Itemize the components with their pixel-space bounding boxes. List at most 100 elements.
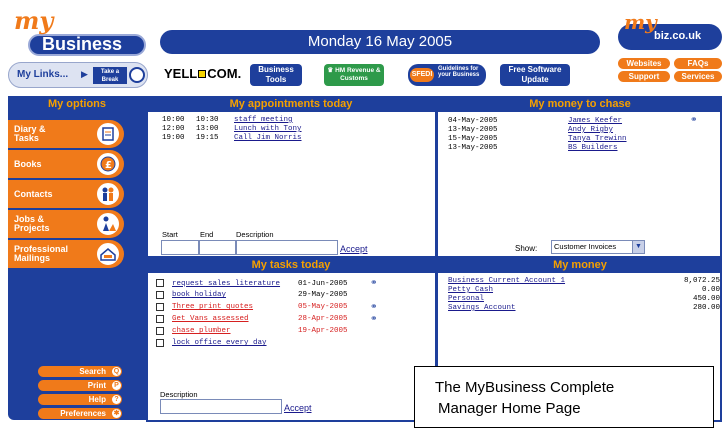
sfedi-guidelines-button[interactable]: SFEDI Guidelines for your Business bbox=[408, 64, 486, 86]
appointment-desc-link[interactable]: Lunch with Tony bbox=[234, 125, 302, 133]
websites-button[interactable]: Websites bbox=[618, 58, 670, 69]
task-checkbox[interactable] bbox=[156, 338, 164, 347]
yell-com-link[interactable]: YELL COM. bbox=[164, 66, 241, 81]
chase-row[interactable]: 13-May-2005 Andy Rigby bbox=[448, 126, 698, 135]
sidebar-item-label: Diary & Tasks bbox=[14, 124, 46, 143]
task-date-overdue: 28-Apr-2005 bbox=[298, 315, 348, 324]
appointment-row[interactable]: 10:00 10:30 staff meeting bbox=[162, 116, 302, 125]
my-links-label[interactable]: My Links... bbox=[17, 69, 68, 80]
appointments-title: My appointments today bbox=[146, 96, 436, 112]
appointment-description-input[interactable] bbox=[236, 240, 338, 255]
hmrc-label: HM Revenue & Customs bbox=[335, 67, 381, 82]
appointment-end: 13:00 bbox=[196, 125, 219, 133]
task-link[interactable]: lock office every day bbox=[172, 339, 267, 347]
chase-row[interactable]: 15-May-2005 Tanya Trewinn bbox=[448, 135, 698, 144]
my-links-bar[interactable]: My Links... ▶ Take a Break bbox=[8, 62, 148, 88]
search-button[interactable]: Search Q bbox=[38, 366, 122, 377]
account-link[interactable]: Petty Cash bbox=[448, 286, 493, 294]
link-chain-icon[interactable]: ⚭ bbox=[370, 302, 378, 312]
preferences-icon: ✱ bbox=[112, 409, 121, 418]
free-software-update-button[interactable]: Free Software Update bbox=[500, 64, 570, 86]
site-logo-text: biz.co.uk bbox=[654, 30, 702, 42]
link-chain-icon[interactable]: ⚭ bbox=[690, 115, 698, 125]
appointment-start: 12:00 bbox=[162, 125, 185, 133]
sidebar-item-jobs-projects[interactable]: Jobs & Projects bbox=[8, 210, 124, 238]
appointment-accept-button[interactable]: Accept bbox=[340, 244, 368, 254]
appointment-row[interactable]: 19:00 19:15 Call Jim Norris bbox=[162, 134, 302, 143]
chase-contact-link[interactable]: Tanya Trewinn bbox=[568, 135, 627, 143]
faqs-button[interactable]: FAQs bbox=[674, 58, 722, 69]
appointment-description-label: Description bbox=[236, 230, 274, 239]
services-button[interactable]: Services bbox=[674, 71, 722, 82]
sidebar-item-diary-tasks[interactable]: Diary & Tasks bbox=[8, 120, 124, 148]
link-chain-icon[interactable]: ⚭ bbox=[370, 278, 378, 288]
account-link[interactable]: Business Current Account 1 bbox=[448, 277, 565, 285]
task-row[interactable]: Three print quotes 05-May-2005 ⚭ bbox=[156, 302, 378, 313]
appointment-row[interactable]: 12:00 13:00 Lunch with Tony bbox=[162, 125, 302, 134]
tasks-list: request sales literature 01-Jun-2005 ⚭ b… bbox=[156, 277, 378, 351]
chase-contact-link[interactable]: Andy Rigby bbox=[568, 126, 613, 134]
chase-row[interactable]: 13-May-2005 BS Builders bbox=[448, 144, 698, 153]
help-icon: ? bbox=[112, 395, 121, 404]
appointment-start: 19:00 bbox=[162, 134, 185, 142]
mybiz-site-logo[interactable]: my biz.co.uk bbox=[618, 10, 722, 54]
arrow-right-icon: ▶ bbox=[81, 69, 88, 79]
show-filter-select[interactable]: Customer Invoices ▼ bbox=[551, 240, 645, 254]
task-checkbox[interactable] bbox=[156, 279, 164, 287]
task-link-overdue[interactable]: chase plumber bbox=[172, 327, 231, 335]
account-link[interactable]: Savings Account bbox=[448, 304, 516, 312]
task-row[interactable]: Get Vans assessed 28-Apr-2005 ⚭ bbox=[156, 314, 378, 325]
task-link-overdue[interactable]: Three print quotes bbox=[172, 303, 253, 311]
print-button[interactable]: Print P bbox=[38, 380, 122, 391]
hmrc-button[interactable]: ♛ HM Revenue & Customs bbox=[324, 64, 384, 86]
crown-icon: ♛ bbox=[327, 67, 334, 74]
task-link[interactable]: book holiday bbox=[172, 291, 226, 299]
task-checkbox[interactable] bbox=[156, 291, 164, 299]
print-icon: P bbox=[112, 381, 121, 390]
task-description-input[interactable] bbox=[160, 399, 282, 414]
chase-row[interactable]: 04-May-2005 James Keefer ⚭ bbox=[448, 116, 698, 126]
account-row[interactable]: Savings Account 280.00 bbox=[448, 304, 720, 313]
appointment-end: 10:30 bbox=[196, 116, 219, 124]
appointment-desc-link[interactable]: staff meeting bbox=[234, 116, 293, 124]
appointment-end-input[interactable] bbox=[199, 240, 236, 255]
logo-my-text: my bbox=[14, 6, 54, 35]
help-button[interactable]: Help ? bbox=[38, 394, 122, 405]
account-link[interactable]: Personal bbox=[448, 295, 484, 303]
task-link[interactable]: request sales literature bbox=[172, 280, 280, 288]
appointment-desc-link[interactable]: Call Jim Norris bbox=[234, 134, 302, 142]
task-row[interactable]: book holiday 29-May-2005 bbox=[156, 291, 378, 301]
support-button[interactable]: Support bbox=[618, 71, 670, 82]
appointment-start-input[interactable] bbox=[161, 240, 199, 255]
account-row[interactable]: Business Current Account 1 8,072.25 bbox=[448, 277, 720, 286]
task-checkbox[interactable] bbox=[156, 326, 164, 335]
account-row[interactable]: Personal 450.00 bbox=[448, 295, 720, 304]
chase-date: 15-May-2005 bbox=[448, 135, 498, 143]
chase-contact-link[interactable]: BS Builders bbox=[568, 144, 618, 152]
sidebar-item-label: Jobs & Projects bbox=[14, 214, 50, 233]
task-row[interactable]: chase plumber 19-Apr-2005 bbox=[156, 326, 378, 337]
appointments-list: 10:00 10:30 staff meeting 12:00 13:00 Lu… bbox=[162, 116, 302, 143]
chevron-down-icon[interactable]: ▼ bbox=[632, 241, 644, 253]
task-accept-button[interactable]: Accept bbox=[284, 403, 312, 413]
money-to-chase-title: My money to chase bbox=[438, 96, 722, 112]
task-row[interactable]: request sales literature 01-Jun-2005 ⚭ bbox=[156, 279, 378, 289]
task-date-overdue: 19-Apr-2005 bbox=[298, 327, 348, 336]
chase-contact-link[interactable]: James Keefer bbox=[568, 117, 622, 125]
mybusiness-logo: my Business bbox=[8, 4, 148, 60]
task-checkbox[interactable] bbox=[156, 302, 164, 311]
preferences-button[interactable]: Preferences ✱ bbox=[38, 408, 122, 419]
task-link-overdue[interactable]: Get Vans assessed bbox=[172, 315, 249, 323]
task-checkbox[interactable] bbox=[156, 314, 164, 323]
caption-line-1: The MyBusiness Complete bbox=[435, 379, 615, 396]
accounts-list: Business Current Account 1 8,072.25 Pett… bbox=[448, 277, 720, 313]
link-chain-icon[interactable]: ⚭ bbox=[370, 314, 378, 324]
business-tools-button[interactable]: Business Tools bbox=[250, 64, 302, 86]
sidebar-item-contacts[interactable]: Contacts bbox=[8, 180, 124, 208]
take-a-break-button[interactable]: Take a Break bbox=[93, 67, 127, 84]
sidebar-item-label: Contacts bbox=[14, 189, 53, 199]
sidebar-item-books[interactable]: Books £ bbox=[8, 150, 124, 178]
account-row[interactable]: Petty Cash 0.00 bbox=[448, 286, 720, 295]
task-row[interactable]: lock office every day bbox=[156, 338, 378, 349]
sidebar-item-professional-mailings[interactable]: Professional Mailings bbox=[8, 240, 124, 268]
